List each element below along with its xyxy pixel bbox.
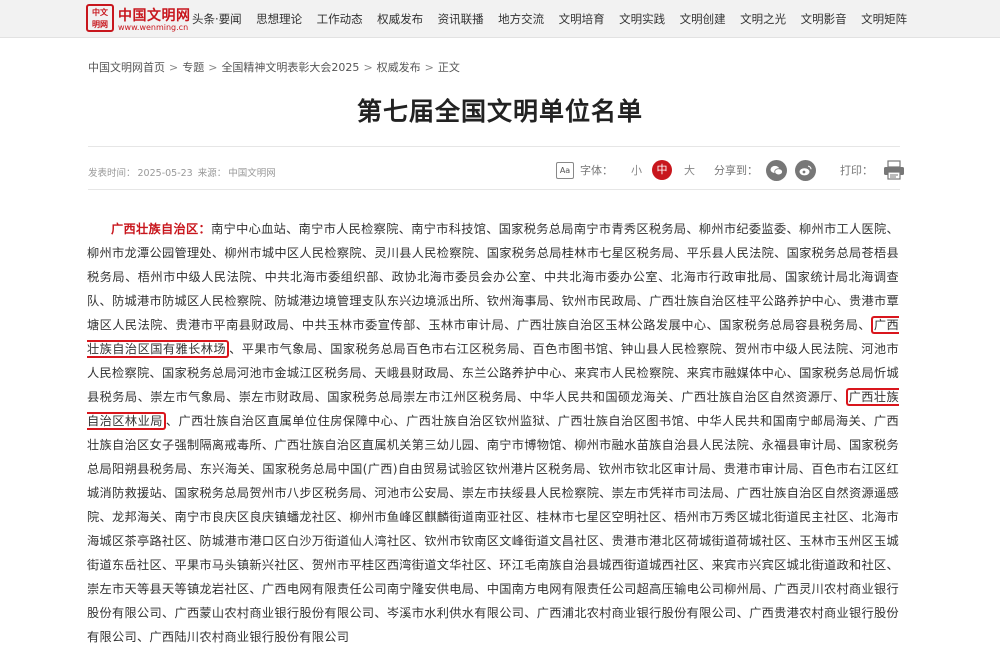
nav-item-civility-cultivation[interactable]: 文明培育 (559, 11, 605, 27)
nav-item-headlines[interactable]: 头条·要闻 (192, 11, 242, 27)
unit-list-text: 南宁中心血站、南宁市人民检察院、南宁市科技馆、国家税务总局南宁市青秀区税务局、柳… (87, 222, 900, 332)
nav-item-civility-practice[interactable]: 文明实践 (619, 11, 665, 27)
article-meta-bar: 发表时间： 2025-05-23 来源： 中国文明网 Aa 字体： 小 中 大 分享… (88, 146, 904, 190)
share-control: 分享到： (714, 159, 816, 181)
logo-name: 中国文明网 (118, 8, 191, 24)
print-label: 打印： (840, 164, 873, 177)
publish-time: 2025-05-23 (137, 168, 193, 179)
main-nav: 头条·要闻 思想理论 工作动态 权威发布 资讯联播 地方交流 文明培育 文明实践… (192, 0, 922, 38)
source-label: 来源： (197, 168, 227, 179)
site-logo[interactable]: 中文 明网 中国文明网 www.wenming.cn (86, 4, 190, 34)
logo-seal: 中文 明网 (86, 4, 114, 32)
source-name: 中国文明网 (228, 168, 276, 179)
nav-item-local-exchange[interactable]: 地方交流 (498, 11, 544, 27)
breadcrumb: 中国文明网首页 > 专题 > 全国精神文明表彰大会2025 > 权威发布 > 正文 (88, 59, 460, 75)
breadcrumb-topics[interactable]: 专题 (182, 61, 204, 74)
nav-item-work-news[interactable]: 工作动态 (317, 11, 363, 27)
article-meta: 发表时间： 2025-05-23 来源： 中国文明网 (88, 165, 278, 179)
nav-item-official-releases[interactable]: 权威发布 (377, 11, 423, 27)
print-control: 打印： (840, 159, 905, 181)
font-size-icon: Aa (556, 161, 574, 179)
font-size-control: Aa 字体： 小 中 大 (556, 159, 695, 181)
publish-time-label: 发表时间： (88, 168, 136, 179)
breadcrumb-separator: > (169, 61, 179, 74)
logo-url: www.wenming.cn (118, 23, 189, 32)
breadcrumb-separator: > (424, 61, 434, 74)
article-body: 广西壮族自治区：南宁中心血站、南宁市人民检察院、南宁市科技馆、国家税务总局南宁市… (87, 217, 900, 649)
font-size-medium-button[interactable]: 中 (652, 160, 672, 180)
font-size-large-button[interactable]: 大 (684, 162, 695, 178)
province-heading: 广西壮族自治区： (111, 222, 212, 236)
breadcrumb-current: 正文 (437, 61, 460, 74)
font-size-label: 字体： (580, 164, 613, 177)
nav-item-theory[interactable]: 思想理论 (256, 11, 302, 27)
breadcrumb-separator: > (363, 61, 373, 74)
breadcrumb-home[interactable]: 中国文明网首页 (88, 61, 165, 74)
share-label: 分享到： (714, 164, 758, 177)
unit-list-text: 、广西壮族自治区直属单位住房保障中心、广西壮族自治区钦州监狱、广西壮族自治区图书… (87, 414, 899, 644)
nav-item-civility-light[interactable]: 文明之光 (740, 11, 786, 27)
nav-item-civility-creation[interactable]: 文明创建 (680, 11, 726, 27)
page-title: 第七届全国文明单位名单 (356, 97, 643, 126)
nav-item-news-feed[interactable]: 资讯联播 (438, 11, 484, 27)
top-nav-bar: 中文 明网 中国文明网 www.wenming.cn 头条·要闻 思想理论 工作动… (0, 0, 1000, 38)
nav-item-civility-matrix[interactable]: 文明矩阵 (861, 11, 907, 27)
breadcrumb-conference[interactable]: 全国精神文明表彰大会2025 (221, 61, 359, 74)
nav-item-civility-media[interactable]: 文明影音 (801, 11, 847, 27)
breadcrumb-official-releases[interactable]: 权威发布 (377, 61, 421, 74)
weibo-icon[interactable] (795, 159, 816, 181)
printer-icon[interactable] (883, 160, 905, 180)
breadcrumb-separator: > (208, 61, 218, 74)
font-size-small-button[interactable]: 小 (631, 162, 642, 178)
wechat-icon[interactable] (766, 159, 787, 181)
